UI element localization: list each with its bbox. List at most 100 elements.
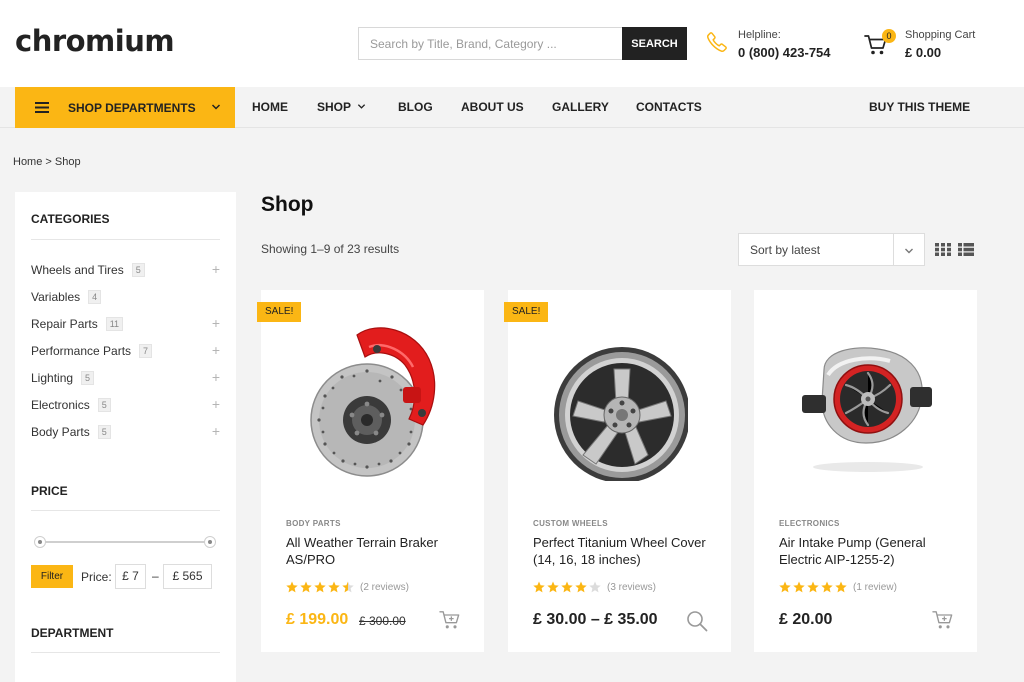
- list-view-icon[interactable]: [958, 243, 974, 256]
- cart-icon[interactable]: [439, 610, 461, 630]
- nav-shop-label: SHOP: [317, 100, 351, 114]
- intake-pump-image[interactable]: [798, 315, 934, 481]
- product-price: £ 30.00 – £ 35.00: [533, 611, 658, 628]
- price-label: Price:: [81, 570, 112, 584]
- nav-blog[interactable]: BLOG: [398, 87, 433, 128]
- price-min-value: £ 7: [115, 564, 146, 589]
- expand-plus-icon[interactable]: +: [212, 316, 220, 330]
- product-category[interactable]: ELECTRONICS: [779, 519, 840, 528]
- category-name: Variables: [31, 290, 81, 304]
- site-header: chromium SEARCH Helpline: 0 (800) 423-75…: [0, 0, 1024, 87]
- product-card[interactable]: SALE! BODY PARTS All Weather Terrain Bra…: [257, 290, 484, 652]
- sort-select[interactable]: Sort by latest: [738, 233, 925, 266]
- category-count: 5: [81, 371, 95, 385]
- category-count: 11: [105, 317, 124, 331]
- expand-plus-icon[interactable]: +: [212, 343, 220, 357]
- menu-icon: [35, 102, 49, 113]
- category-name: Body Parts: [31, 425, 90, 439]
- expand-plus-icon[interactable]: +: [212, 262, 220, 276]
- nav-buy-theme[interactable]: BUY THIS THEME: [869, 87, 970, 128]
- category-count: 5: [97, 425, 111, 439]
- breadcrumb-separator: >: [45, 156, 52, 168]
- review-count[interactable]: (1 review): [853, 582, 897, 593]
- divider: [31, 239, 220, 240]
- category-name: Repair Parts: [31, 317, 98, 331]
- main-nav: SHOP DEPARTMENTS HOME SHOP BLOG ABOUT US…: [0, 87, 1024, 128]
- expand-plus-icon[interactable]: +: [212, 424, 220, 438]
- product-name[interactable]: Air Intake Pump (General Electric AIP-12…: [779, 534, 964, 568]
- nav-home[interactable]: HOME: [252, 87, 288, 128]
- price-slider-max-handle[interactable]: [204, 536, 216, 548]
- grid-view-icon[interactable]: [935, 243, 951, 256]
- search-input[interactable]: [358, 27, 622, 60]
- star-rating: [286, 581, 354, 593]
- breadcrumb-current: Shop: [54, 156, 81, 168]
- expand-plus-icon[interactable]: +: [212, 397, 220, 411]
- category-body-parts[interactable]: Body Parts 5 +: [31, 422, 220, 442]
- category-count: 7: [139, 344, 153, 358]
- results-count: Showing 1–9 of 23 results: [261, 242, 400, 256]
- price-dash: –: [152, 569, 159, 583]
- review-count[interactable]: (2 reviews): [360, 582, 409, 593]
- site-logo[interactable]: chromium: [15, 24, 175, 58]
- cart-count-badge: 0: [882, 29, 896, 43]
- price-heading: PRICE: [31, 484, 68, 498]
- product-category[interactable]: CUSTOM WHEELS: [533, 519, 608, 528]
- cart-icon[interactable]: [932, 610, 954, 630]
- search-button[interactable]: SEARCH: [622, 27, 687, 60]
- product-card[interactable]: SALE! CUSTOM WHEELS Perfect Titanium Whe…: [504, 290, 731, 652]
- category-name: Wheels and Tires: [31, 263, 124, 277]
- review-count[interactable]: (3 reviews): [607, 582, 656, 593]
- category-name: Lighting: [31, 371, 74, 385]
- helpline: Helpline: 0 (800) 423-754: [706, 28, 831, 60]
- chevron-down-icon: [358, 104, 366, 109]
- category-performance-parts[interactable]: Performance Parts 7 +: [31, 341, 220, 361]
- product-name[interactable]: All Weather Terrain Braker AS/PRO: [286, 534, 471, 568]
- shop-departments-button[interactable]: SHOP DEPARTMENTS: [15, 87, 235, 128]
- product-name[interactable]: Perfect Titanium Wheel Cover (14, 16, 18…: [533, 534, 718, 568]
- category-repair-parts[interactable]: Repair Parts 11 +: [31, 314, 220, 334]
- categories-heading: CATEGORIES: [31, 212, 110, 226]
- product-price: £ 20.00: [779, 611, 833, 628]
- nav-contacts[interactable]: CONTACTS: [636, 87, 702, 128]
- nav-gallery[interactable]: GALLERY: [552, 87, 609, 128]
- expand-plus-icon[interactable]: +: [212, 370, 220, 384]
- search-icon[interactable]: [686, 610, 708, 632]
- category-name: Performance Parts: [31, 344, 132, 358]
- category-count: 5: [97, 398, 111, 412]
- filter-button[interactable]: Filter: [31, 565, 73, 588]
- nav-about-us[interactable]: ABOUT US: [461, 87, 524, 128]
- price-slider-track[interactable]: [39, 541, 209, 543]
- search-form: SEARCH: [358, 27, 687, 60]
- product-price: £ 199.00: [286, 611, 349, 628]
- breadcrumb: Home > Shop: [13, 156, 81, 168]
- nav-shop[interactable]: SHOP: [317, 87, 366, 128]
- breadcrumb-home[interactable]: Home: [13, 156, 42, 168]
- wheel-cover-image[interactable]: [552, 315, 688, 481]
- category-wheels-and-tires[interactable]: Wheels and Tires 5 +: [31, 260, 220, 280]
- product-category[interactable]: BODY PARTS: [286, 519, 341, 528]
- sale-badge: SALE!: [504, 302, 549, 322]
- cart-total: £ 0.00: [905, 45, 942, 60]
- category-lighting[interactable]: Lighting 5 +: [31, 368, 220, 388]
- shop-departments-label: SHOP DEPARTMENTS: [68, 100, 196, 115]
- brake-disc-image[interactable]: [305, 315, 441, 481]
- department-heading: DEPARTMENT: [31, 626, 114, 640]
- category-name: Electronics: [31, 398, 90, 412]
- helpline-label: Helpline:: [738, 29, 781, 41]
- star-rating: [533, 581, 601, 593]
- product-card[interactable]: ELECTRONICS Air Intake Pump (General Ele…: [754, 290, 977, 652]
- helpline-number[interactable]: 0 (800) 423-754: [738, 45, 831, 60]
- phone-icon: [707, 32, 727, 52]
- cart-label: Shopping Cart: [905, 29, 976, 41]
- shopping-cart[interactable]: 0 Shopping Cart £ 0.00: [864, 28, 975, 60]
- price-max-value: £ 565: [163, 564, 212, 589]
- category-variables[interactable]: Variables 4: [31, 287, 220, 307]
- divider: [31, 652, 220, 653]
- category-electronics[interactable]: Electronics 5 +: [31, 395, 220, 415]
- page-title: Shop: [261, 193, 314, 216]
- category-count: 5: [131, 263, 145, 277]
- divider: [31, 510, 220, 511]
- price-slider-min-handle[interactable]: [34, 536, 46, 548]
- chevron-down-icon: [211, 104, 221, 110]
